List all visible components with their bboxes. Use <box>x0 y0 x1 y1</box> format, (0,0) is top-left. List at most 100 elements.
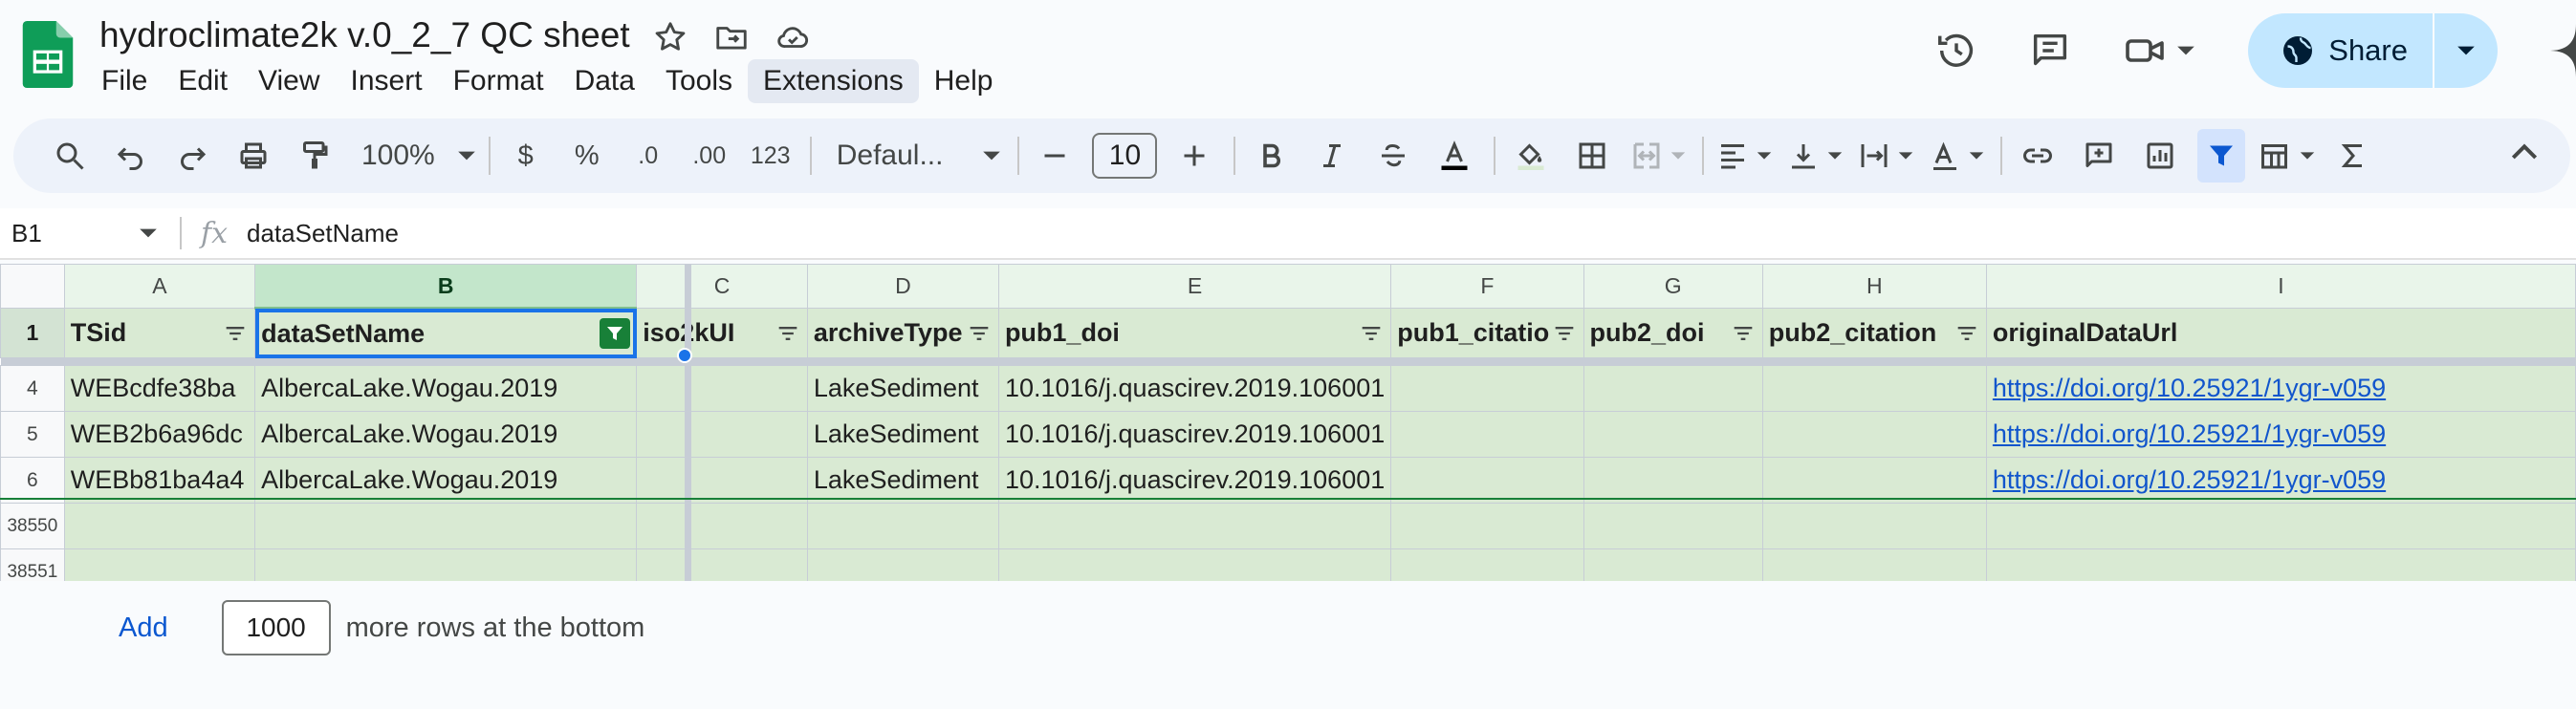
cell[interactable] <box>1761 503 1987 549</box>
cell[interactable] <box>636 503 808 549</box>
print-button[interactable] <box>229 129 277 183</box>
add-rows-button[interactable]: Add <box>119 612 168 644</box>
filter-lines-icon[interactable] <box>1730 320 1757 347</box>
decrease-font-size-button[interactable] <box>1031 129 1079 183</box>
cell[interactable] <box>1985 548 2576 581</box>
header-cell-archivetype[interactable]: archiveType <box>806 308 999 358</box>
decrease-decimal-button[interactable]: .0 <box>624 129 672 183</box>
cell[interactable]: 10.1016/j.quascirev.2019.106001 <box>997 411 1392 458</box>
cell[interactable] <box>1761 365 1987 412</box>
row-number[interactable]: 5 <box>0 411 65 458</box>
header-cell-pub2-citation[interactable]: pub2_citation <box>1761 308 1987 358</box>
functions-button[interactable] <box>2329 129 2377 183</box>
menu-help[interactable]: Help <box>919 59 1009 103</box>
merge-cells-button[interactable] <box>1629 129 1687 183</box>
vertical-align-button[interactable] <box>1786 129 1844 183</box>
redo-button[interactable] <box>168 129 216 183</box>
row-number[interactable]: 4 <box>0 365 65 412</box>
cell[interactable] <box>1985 503 2576 549</box>
zoom-select[interactable]: 100% <box>352 140 487 172</box>
url-link[interactable]: https://doi.org/10.25921/1ygr-v059 <box>1985 411 2576 458</box>
frozen-row-divider[interactable] <box>0 357 2576 366</box>
filter-views-button[interactable] <box>2259 129 2316 183</box>
more-formats-button[interactable]: 123 <box>747 129 795 183</box>
cell[interactable]: AlbercaLake.Wogau.2019 <box>254 411 638 458</box>
chevron-up-icon[interactable] <box>2505 134 2543 172</box>
cell[interactable]: AlbercaLake.Wogau.2019 <box>254 365 638 412</box>
text-wrapping-button[interactable] <box>1857 129 1914 183</box>
frozen-column-divider[interactable] <box>685 264 691 581</box>
sheets-logo-icon[interactable] <box>21 21 75 88</box>
cell[interactable] <box>254 503 638 549</box>
cell[interactable] <box>1390 503 1584 549</box>
gemini-sparkle-icon[interactable] <box>2549 24 2576 77</box>
cell[interactable] <box>1761 457 1987 504</box>
rows-count-input[interactable]: 1000 <box>221 600 331 655</box>
formula-input[interactable]: dataSetName <box>247 219 399 248</box>
url-link[interactable]: https://doi.org/10.25921/1ygr-v059 <box>1985 365 2576 412</box>
active-filter-button[interactable] <box>600 318 631 349</box>
cell[interactable] <box>1390 548 1584 581</box>
header-cell-pub1-citation[interactable]: pub1_citatio <box>1390 308 1584 358</box>
menu-format[interactable]: Format <box>438 59 559 103</box>
cell[interactable] <box>63 548 256 581</box>
header-cell-pub1-doi[interactable]: pub1_doi <box>997 308 1392 358</box>
filter-button[interactable] <box>2197 129 2246 183</box>
cell[interactable] <box>1761 548 1987 581</box>
share-dropdown[interactable] <box>2434 13 2498 88</box>
cell[interactable]: LakeSediment <box>806 457 999 504</box>
cell[interactable]: 10.1016/j.quascirev.2019.106001 <box>997 365 1392 412</box>
column-header-i[interactable]: I <box>1985 264 2576 309</box>
strikethrough-button[interactable] <box>1369 129 1417 183</box>
column-header-h[interactable]: H <box>1761 264 1987 309</box>
row-number[interactable]: 6 <box>0 457 65 504</box>
bold-button[interactable] <box>1247 129 1295 183</box>
cell[interactable] <box>1583 411 1763 458</box>
cell[interactable]: WEBcdfe38ba <box>63 365 256 412</box>
menu-file[interactable]: File <box>86 59 163 103</box>
menu-view[interactable]: View <box>243 59 335 103</box>
row-number[interactable]: 38550 <box>0 503 65 549</box>
increase-font-size-button[interactable] <box>1170 129 1218 183</box>
url-link[interactable]: https://doi.org/10.25921/1ygr-v059 <box>1985 457 2576 504</box>
row-number[interactable]: 1 <box>0 308 65 358</box>
cell[interactable]: WEBb81ba4a4 <box>63 457 256 504</box>
cell[interactable] <box>1583 503 1763 549</box>
column-header-a[interactable]: A <box>63 264 256 309</box>
cell[interactable] <box>997 548 1392 581</box>
cell[interactable] <box>1390 365 1584 412</box>
cell[interactable] <box>1761 411 1987 458</box>
cell[interactable] <box>997 503 1392 549</box>
search-menus-button[interactable] <box>46 129 94 183</box>
column-header-d[interactable]: D <box>806 264 999 309</box>
cell[interactable]: 10.1016/j.quascirev.2019.106001 <box>997 457 1392 504</box>
text-color-button[interactable] <box>1430 129 1478 183</box>
borders-button[interactable] <box>1568 129 1616 183</box>
cell[interactable] <box>1390 411 1584 458</box>
header-cell-datasetname[interactable]: dataSetName <box>254 308 638 358</box>
insert-link-button[interactable] <box>2014 129 2062 183</box>
cell[interactable] <box>1583 457 1763 504</box>
paint-format-button[interactable] <box>291 129 338 183</box>
filter-lines-icon[interactable] <box>1551 320 1578 347</box>
filter-lines-icon[interactable] <box>775 320 801 347</box>
column-header-e[interactable]: E <box>997 264 1392 309</box>
font-size-input[interactable]: 10 <box>1092 133 1158 179</box>
increase-decimal-button[interactable]: .00 <box>686 129 733 183</box>
column-header-f[interactable]: F <box>1390 264 1584 309</box>
filter-lines-icon[interactable] <box>966 320 993 347</box>
cell[interactable] <box>636 548 808 581</box>
column-header-c[interactable]: C <box>636 264 808 309</box>
insert-comment-button[interactable] <box>2075 129 2123 183</box>
menu-extensions[interactable]: Extensions <box>748 59 919 103</box>
header-cell-tsid[interactable]: TSid <box>63 308 256 358</box>
cell[interactable]: AlbercaLake.Wogau.2019 <box>254 457 638 504</box>
text-rotation-button[interactable] <box>1928 129 1985 183</box>
cell[interactable] <box>636 457 808 504</box>
cell[interactable] <box>806 503 999 549</box>
column-header-b[interactable]: B <box>254 264 638 310</box>
version-history-icon[interactable] <box>1934 29 1978 73</box>
format-currency-button[interactable]: $ <box>502 129 550 183</box>
horizontal-align-button[interactable] <box>1715 129 1773 183</box>
cell[interactable]: WEB2b6a96dc <box>63 411 256 458</box>
